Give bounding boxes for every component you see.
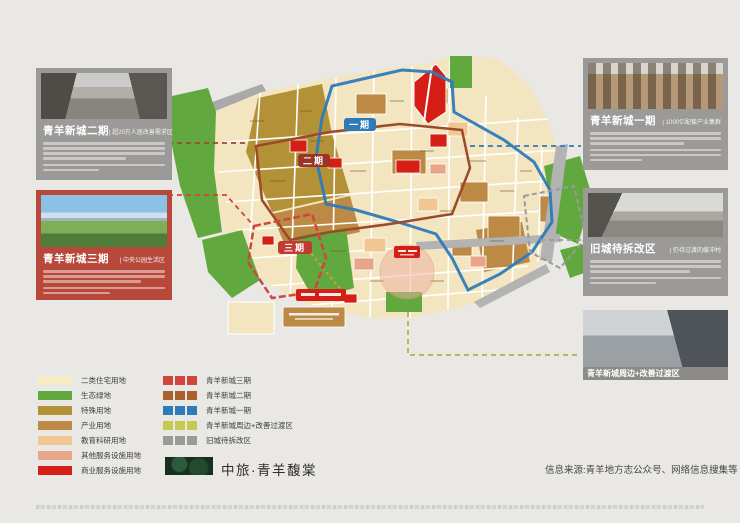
legend-label: 青羊新城一期 (206, 405, 251, 416)
card-oldtown-title: 旧城待拆改区 (590, 241, 656, 256)
rail-port-banners (228, 289, 346, 334)
legend-label: 其他服务设施用地 (81, 450, 141, 461)
poster-page: 一期 二期 三期 青羊新城二期 | 超20万人居改善需求区 青羊新城三期 | 中… (0, 0, 740, 523)
card-phase1-body2 (590, 149, 721, 162)
card-oldtown-body2 (590, 277, 721, 285)
legend-label: 产业用地 (81, 420, 111, 431)
legend-label: 教育科研用地 (81, 435, 126, 446)
info-source-text: 信息来源:青羊地方志公众号、网络信息搜集等 (545, 462, 738, 476)
card-oldtown: 旧城待拆改区 | 仍待过渡的缓冲村 (583, 188, 728, 296)
legend-label: 商业服务设施用地 (81, 465, 141, 476)
phase3-label-pill: 三期 (278, 241, 312, 254)
phase2-photo (41, 73, 167, 119)
card-phase2: 青羊新城二期 | 超20万人居改善需求区 (36, 68, 172, 180)
legend-label: 青羊新城二期 (206, 390, 251, 401)
legend-zone-swatch (163, 421, 197, 430)
legend-label: 青羊新城周边+改善过渡区 (206, 420, 293, 431)
oldtown-photo (588, 193, 723, 237)
legend-swatch (38, 406, 72, 415)
legend-swatch (38, 436, 72, 445)
card-phase1-subtitle: | 1000亿配套产业集群 (662, 117, 721, 126)
legend-zone-swatch (163, 376, 197, 385)
card-periphery-title: 青羊新城周边+改善过渡区 (583, 367, 728, 380)
phase3-photo (41, 195, 167, 247)
card-oldtown-subtitle: | 仍待过渡的缓冲村 (670, 245, 721, 254)
legend-zone-swatch (163, 436, 197, 445)
card-phase3: 青羊新城三期 | 中央公园生活区 (36, 190, 172, 300)
card-phase3-subtitle: | 中央公园生活区 (120, 255, 165, 264)
card-phase2-title: 青羊新城二期 (43, 123, 109, 138)
phase2-label-pill: 二期 (298, 154, 330, 167)
card-periphery: 青羊新城周边+改善过渡区 (583, 310, 728, 380)
periphery-photo (583, 310, 728, 367)
brand-logo-image (165, 457, 213, 475)
card-phase3-body2 (43, 287, 165, 295)
card-phase1-title: 青羊新城一期 (590, 113, 656, 128)
fine-print-strip (36, 505, 704, 509)
card-phase3-body (43, 270, 165, 283)
card-phase2-body2 (43, 164, 165, 172)
legend-swatch (38, 376, 72, 385)
legend-label: 生态绿地 (81, 390, 111, 401)
phase1-label-pill: 一期 (344, 118, 376, 131)
card-phase2-subtitle: | 超20万人居改善需求区 (109, 127, 173, 136)
legend-swatch (38, 451, 72, 460)
card-phase2-body (43, 142, 165, 160)
legend-label: 旧城待拆改区 (206, 435, 251, 446)
card-phase1: 青羊新城一期 | 1000亿配套产业集群 (583, 58, 728, 170)
legend-zone-swatch (163, 406, 197, 415)
legend-zone-swatch (163, 391, 197, 400)
phase1-photo (588, 63, 723, 109)
legend-swatch (38, 391, 72, 400)
legend-swatch (38, 421, 72, 430)
card-phase3-title: 青羊新城三期 (43, 251, 109, 266)
legend-label: 青羊新城三期 (206, 375, 251, 386)
brand-logo-text: 中旅·青羊馥棠 (221, 459, 317, 479)
legend-label: 二类住宅用地 (81, 375, 126, 386)
legend-swatch (38, 466, 72, 475)
card-phase1-body (590, 132, 721, 145)
card-oldtown-body (590, 260, 721, 273)
project-site-highlight (380, 245, 434, 299)
legend-label: 特殊用地 (81, 405, 111, 416)
